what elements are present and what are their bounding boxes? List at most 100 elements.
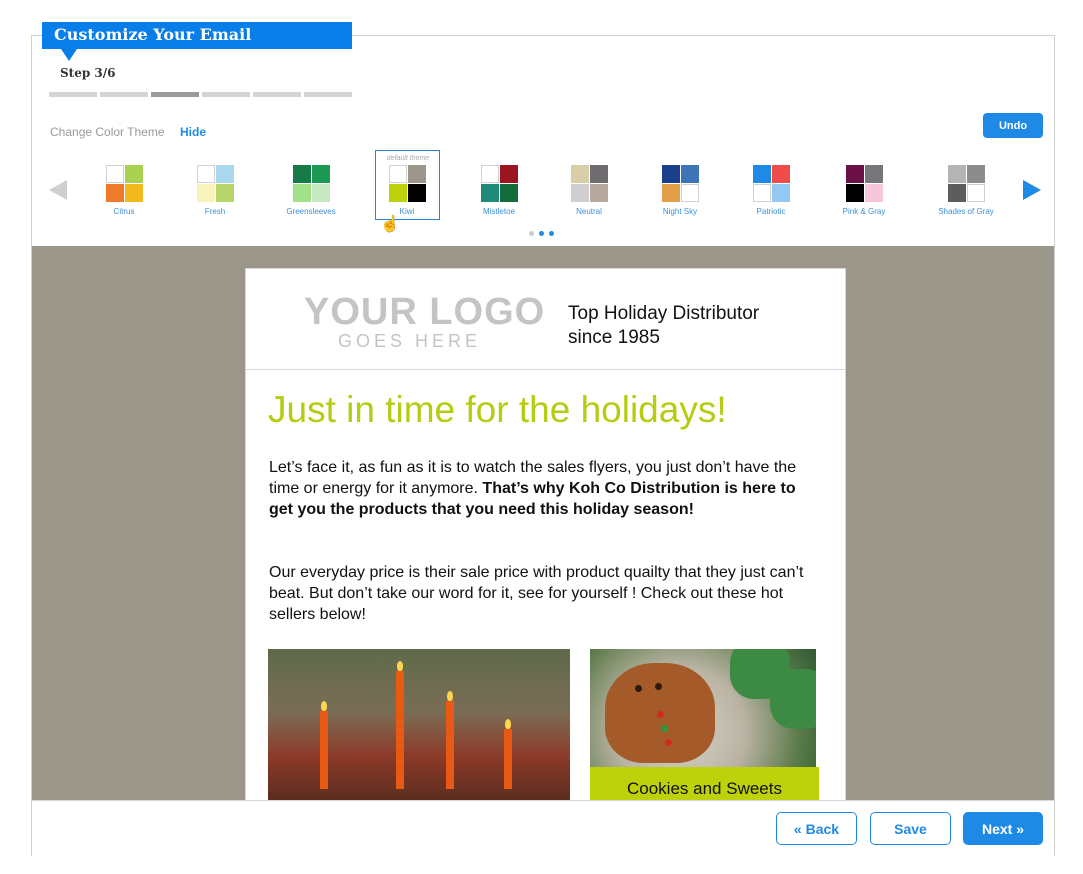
swatch-color: [480, 184, 499, 202]
cookie-eye: [655, 683, 662, 690]
hide-themes-link[interactable]: Hide: [180, 125, 206, 139]
swatch-color: [680, 165, 699, 183]
page-dot-3[interactable]: [549, 231, 554, 236]
next-button[interactable]: Next »: [963, 812, 1043, 845]
page-dot-1[interactable]: [529, 231, 534, 236]
theme-swatch[interactable]: [196, 165, 234, 202]
swatch-color: [864, 165, 883, 183]
progress-segment-4: [202, 92, 250, 97]
cookie-button: [657, 711, 664, 718]
candle: [446, 701, 454, 789]
swatch-color: [311, 184, 330, 202]
swatch-color: [661, 165, 680, 183]
theme-pink-gray[interactable]: Pink & Gray: [824, 165, 904, 216]
theme-name[interactable]: Pink & Gray: [824, 207, 904, 216]
step-indicator: Step 3/6: [60, 66, 116, 80]
theme-swatch[interactable]: [752, 165, 790, 202]
swatch-color: [292, 184, 311, 202]
theme-swatch[interactable]: [661, 165, 699, 202]
save-button[interactable]: Save: [870, 812, 951, 845]
back-button[interactable]: « Back: [776, 812, 857, 845]
swatch-color: [105, 184, 124, 202]
theme-patriotic[interactable]: Patriotic: [731, 165, 811, 216]
tree-cookie: [770, 669, 816, 729]
theme-name[interactable]: Neutral: [549, 207, 629, 216]
swatch-color: [388, 165, 407, 183]
swatch-color: [947, 165, 966, 183]
flame: [321, 701, 327, 711]
theme-name[interactable]: Greensleeves: [271, 207, 351, 216]
theme-greensleeves[interactable]: Greensleeves: [271, 165, 351, 216]
swatch-color: [771, 184, 790, 202]
swatch-color: [196, 165, 215, 183]
swatch-color: [845, 184, 864, 202]
swatch-color: [499, 165, 518, 183]
swatch-color: [661, 184, 680, 202]
cookies-photo[interactable]: [590, 649, 816, 767]
swatch-color: [480, 165, 499, 183]
swatch-color: [215, 165, 234, 183]
undo-button[interactable]: Undo: [983, 113, 1043, 138]
theme-swatch[interactable]: [292, 165, 330, 202]
swatch-color: [124, 184, 143, 202]
swatch-color: [771, 165, 790, 183]
progress-segment-3: [151, 92, 199, 97]
flame: [397, 661, 403, 671]
progress-segment-6: [304, 92, 352, 97]
cookie-eye: [635, 685, 642, 692]
theme-shades-of-gray[interactable]: Shades of Gray: [926, 165, 1006, 216]
theme-name[interactable]: Shades of Gray: [926, 207, 1006, 216]
flame: [505, 719, 511, 729]
carousel-page-dots: [529, 231, 554, 236]
theme-name[interactable]: Fresh: [175, 207, 255, 216]
step-progress-bar: [49, 92, 352, 97]
swatch-color: [196, 184, 215, 202]
theme-swatch[interactable]: [105, 165, 143, 202]
theme-mistletoe[interactable]: Mistletoe: [459, 165, 539, 216]
theme-kiwi[interactable]: Kiwi: [367, 165, 447, 216]
theme-name[interactable]: Patriotic: [731, 207, 811, 216]
theme-swatch[interactable]: [570, 165, 608, 202]
theme-swatch[interactable]: [947, 165, 985, 202]
intro-paragraph[interactable]: Let’s face it, as fun as it is to watch …: [269, 457, 809, 520]
email-headline[interactable]: Just in time for the holidays!: [268, 389, 727, 431]
theme-neutral[interactable]: Neutral: [549, 165, 629, 216]
swatch-color: [947, 184, 966, 202]
candle: [504, 729, 512, 789]
theme-swatch[interactable]: [845, 165, 883, 202]
header-tagline[interactable]: Top Holiday Distributor since 1985: [568, 302, 788, 350]
page-dot-2[interactable]: [539, 231, 544, 236]
theme-name[interactable]: Citrus: [84, 207, 164, 216]
body-paragraph[interactable]: Our everyday price is their sale price w…: [269, 562, 809, 625]
color-theme-label: Change Color Theme: [50, 125, 165, 139]
swatch-color: [311, 165, 330, 183]
swatch-color: [407, 165, 426, 183]
swatch-color: [680, 184, 699, 202]
theme-swatch[interactable]: [480, 165, 518, 202]
carousel-next-icon[interactable]: [1023, 180, 1041, 200]
theme-citrus[interactable]: Citrus: [84, 165, 164, 216]
default-theme-tag: default theme: [386, 155, 430, 162]
theme-name[interactable]: Mistletoe: [459, 207, 539, 216]
swatch-color: [407, 184, 426, 202]
theme-name[interactable]: Night Sky: [640, 207, 720, 216]
page-title: Customize Your Email: [42, 22, 352, 49]
logo-placeholder[interactable]: YOUR LOGO: [304, 291, 545, 334]
flame: [447, 691, 453, 701]
swatch-color: [388, 184, 407, 202]
swatch-color: [589, 165, 608, 183]
swatch-color: [864, 184, 883, 202]
swatch-color: [292, 165, 311, 183]
swatch-color: [966, 165, 985, 183]
header-divider: [246, 369, 845, 370]
swatch-color: [570, 184, 589, 202]
carousel-prev-icon[interactable]: [49, 180, 67, 200]
theme-night-sky[interactable]: Night Sky: [640, 165, 720, 216]
cookie-button: [661, 725, 668, 732]
photo-caption[interactable]: Cookies and Sweets: [590, 767, 819, 800]
theme-swatch[interactable]: [388, 165, 426, 202]
theme-fresh[interactable]: Fresh: [175, 165, 255, 216]
candles-photo[interactable]: [268, 649, 570, 800]
hand-pointer-icon: ☝: [380, 216, 400, 233]
theme-name[interactable]: Kiwi: [367, 207, 447, 216]
